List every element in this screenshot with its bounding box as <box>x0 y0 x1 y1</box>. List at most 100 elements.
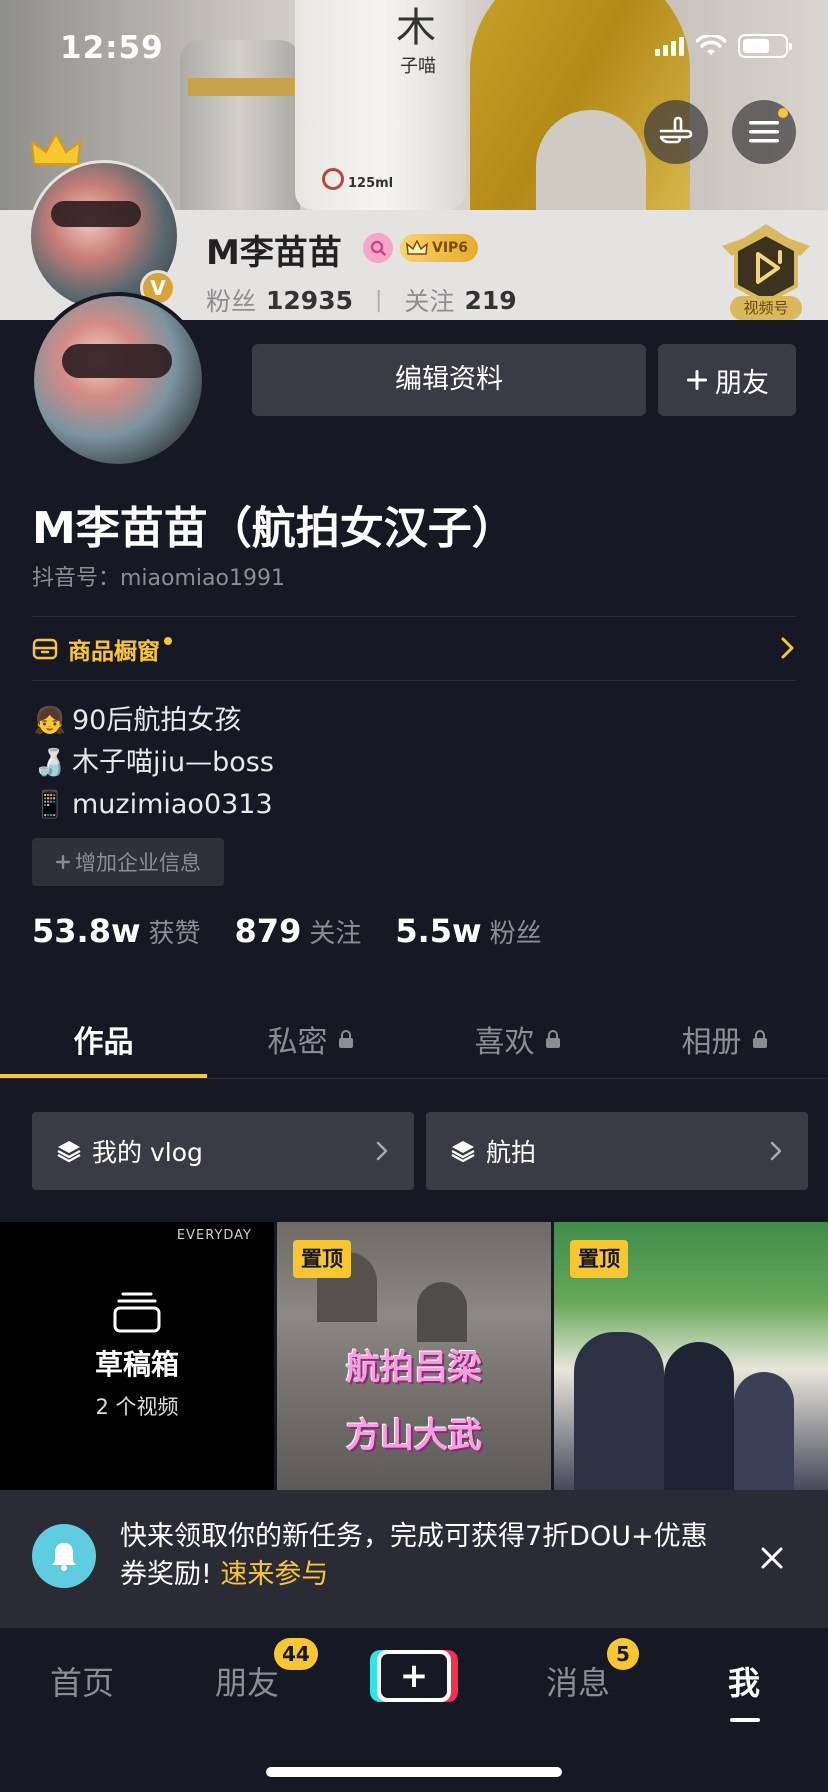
nav-messages[interactable]: 消息 <box>546 1658 610 1704</box>
bio-text: 木子喵jiu—boss <box>72 747 274 778</box>
notice-text: 快来领取你的新任务，完成可获得7折DOU+优惠券奖励! 速来参与 <box>120 1518 720 1594</box>
girl-emoji-icon: 👧 <box>33 706 67 736</box>
profile-avatar[interactable] <box>30 292 206 468</box>
bio-line: 🍶 木子喵jiu—boss <box>32 742 274 784</box>
fans-stat-label: 粉丝 <box>489 919 542 949</box>
video-thumbnail[interactable]: 置顶 航拍吕梁 方山大武 <box>277 1222 551 1490</box>
sake-bottle-emoji-icon: 🍶 <box>33 748 67 778</box>
menu-notification-dot <box>778 108 788 118</box>
chevron-right-icon <box>376 1141 388 1161</box>
vip-level: VIP6 <box>432 240 469 256</box>
avatar-sunglasses <box>62 344 172 378</box>
strip-search-badge <box>363 233 393 263</box>
lock-icon <box>752 1030 767 1048</box>
douyin-id[interactable]: 抖音号：miaomiao1991 <box>32 560 285 592</box>
create-button[interactable]: + <box>370 1650 458 1702</box>
fans-stat-count: 5.5w <box>395 912 482 950</box>
divider <box>32 680 796 681</box>
add-enterprise-info-button[interactable]: 增加企业信息 <box>32 838 224 886</box>
status-icons <box>655 34 792 58</box>
video-overlay-title: 航拍吕梁 <box>346 1348 482 1388</box>
tab-album[interactable]: 相册 <box>621 1000 828 1078</box>
tab-label: 相册 <box>681 1025 742 1060</box>
stats-separator: | <box>375 287 383 313</box>
following-stat-label: 关注 <box>309 919 362 949</box>
thumb-person <box>574 1332 664 1490</box>
likes-stat[interactable]: 53.8w 获赞 <box>32 912 201 950</box>
video-grid: EVERYDAY 草稿箱 2 个视频 置顶 航拍吕梁 方山大武 置顶 <box>0 1222 828 1490</box>
bio-line: 👧 90后航拍女孩 <box>32 700 274 742</box>
add-enterprise-info-label: 增加企业信息 <box>75 851 201 875</box>
shop-window-label: 商品橱窗 <box>68 639 160 665</box>
vip-crown-icon <box>406 240 428 255</box>
cover-jar-band <box>188 78 298 96</box>
collections-row: 我的 vlog 航拍 <box>32 1112 808 1190</box>
tabs-divider <box>0 1078 828 1079</box>
cover-bottle-volume: 125ml <box>348 176 394 191</box>
visitor-hand-button[interactable] <box>644 100 708 164</box>
content-tabs: 作品 私密 喜欢 相册 <box>0 1000 828 1078</box>
divider <box>32 616 796 617</box>
close-icon[interactable] <box>756 1542 788 1574</box>
fans-label: 粉丝 <box>206 287 257 316</box>
vip-badge: VIP6 <box>400 234 479 262</box>
messages-badge: 5 <box>607 1638 639 1670</box>
tab-label: 喜欢 <box>474 1025 535 1060</box>
bell-icon <box>32 1524 96 1588</box>
bio-text: muzimiao0313 <box>72 789 273 820</box>
nav-me[interactable]: 我 <box>728 1658 760 1704</box>
following-stat-count: 879 <box>234 912 302 950</box>
video-overlay-subtitle: 方山大武 <box>346 1416 482 1456</box>
cover-jar <box>180 40 300 210</box>
thumb-person <box>664 1342 734 1490</box>
collection-aerial[interactable]: 航拍 <box>426 1112 808 1190</box>
video-thumbnail[interactable]: 置顶 <box>554 1222 828 1490</box>
cover-bottle-seal <box>322 168 344 190</box>
likes-label: 获赞 <box>148 919 201 949</box>
hamburger-menu-icon <box>749 121 779 143</box>
nav-home[interactable]: 首页 <box>50 1658 114 1704</box>
cover-bottle-brand-sub: 子喵 <box>400 56 436 77</box>
home-indicator[interactable] <box>266 1767 562 1777</box>
tab-likes[interactable]: 喜欢 <box>414 1000 621 1078</box>
notice-join-link[interactable]: 速来参与 <box>220 1559 328 1590</box>
notice-message: 快来领取你的新任务，完成可获得7折DOU+优惠券奖励! <box>120 1521 708 1590</box>
fans-count[interactable]: 12935 <box>266 286 353 315</box>
likes-count: 53.8w <box>32 912 141 950</box>
following-label: 关注 <box>404 287 455 316</box>
lock-icon <box>338 1030 353 1048</box>
drafts-box[interactable]: EVERYDAY 草稿箱 2 个视频 <box>0 1222 274 1490</box>
tab-private[interactable]: 私密 <box>207 1000 414 1078</box>
profile-nickname: M李苗苗（航拍女汉子） <box>32 503 516 554</box>
tab-works[interactable]: 作品 <box>0 1000 207 1078</box>
plus-icon <box>56 855 70 869</box>
following-count[interactable]: 219 <box>464 286 516 315</box>
menu-button[interactable] <box>732 100 796 164</box>
collection-label: 我的 vlog <box>92 1138 203 1167</box>
task-notice-banner[interactable]: 快来领取你的新任务，完成可获得7折DOU+优惠券奖励! 速来参与 <box>0 1490 828 1628</box>
tab-label: 作品 <box>73 1025 134 1060</box>
layers-icon <box>57 1141 81 1163</box>
profile-bio: 👧 90后航拍女孩 🍶 木子喵jiu—boss 📱 muzimiao0313 <box>32 700 274 826</box>
shop-window-icon <box>32 638 58 660</box>
add-friend-button[interactable]: 朋友 <box>658 344 796 416</box>
following-stat[interactable]: 879 关注 <box>235 912 362 950</box>
cover-elephant-gap <box>536 110 646 210</box>
edit-profile-button[interactable]: 编辑资料 <box>252 344 646 416</box>
create-button-face: + <box>377 1650 451 1702</box>
battery-icon <box>738 34 792 58</box>
plus-icon <box>687 370 707 390</box>
shop-window-row[interactable]: 商品橱窗 <box>32 618 796 680</box>
drafts-title: 草稿箱 <box>94 1348 179 1381</box>
add-friend-label: 朋友 <box>715 367 769 399</box>
phone-emoji-icon: 📱 <box>33 790 67 820</box>
pinned-badge: 置顶 <box>293 1240 351 1278</box>
video-channel-label[interactable]: 视频号 <box>730 296 802 320</box>
fans-stat[interactable]: 5.5w 粉丝 <box>395 912 541 950</box>
nav-friends[interactable]: 朋友 <box>215 1658 279 1704</box>
shop-window-dot <box>164 637 172 645</box>
thumb-person <box>734 1372 794 1490</box>
collection-my-vlog[interactable]: 我的 vlog <box>32 1112 414 1190</box>
pointing-hand-icon <box>659 116 693 144</box>
collection-label: 航拍 <box>486 1138 537 1167</box>
